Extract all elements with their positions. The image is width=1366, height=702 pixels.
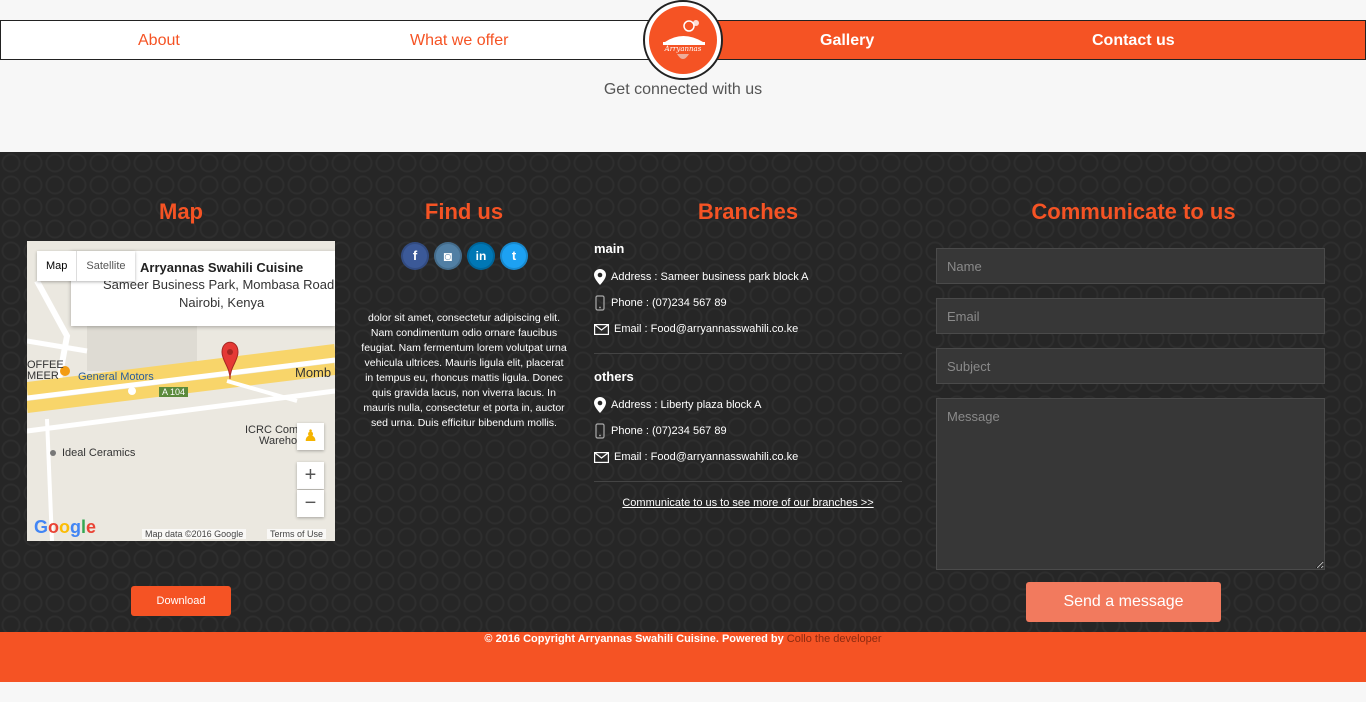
instagram-icon[interactable]: ◙ — [434, 242, 462, 270]
nav-what-we-offer-link[interactable]: What we offer — [410, 32, 508, 50]
twitter-icon[interactable]: t — [500, 242, 528, 270]
map-data-attribution: Map data ©2016 Google — [142, 529, 247, 539]
branch-divider — [594, 353, 902, 354]
nav-about-link[interactable]: About — [138, 32, 180, 50]
branch-main-email: Email : Food@arryannasswahili.co.ke — [594, 320, 798, 338]
map-place-name: Arryannas Swahili Cuisine — [140, 260, 304, 275]
copyright-bar: © 2016 Copyright Arryannas Swahili Cuisi… — [0, 632, 1366, 682]
email-input[interactable] — [936, 298, 1325, 334]
developer-link[interactable]: Collo the developer — [787, 633, 882, 645]
map-type-map-button[interactable]: Map — [37, 251, 76, 281]
location-pin-icon — [594, 269, 606, 285]
branch-others-address-text: Address : Liberty plaza block A — [611, 399, 762, 411]
branch-main-phone-text: Phone : (07)234 567 89 — [611, 297, 727, 309]
map-label-warehouse: Wareho — [259, 435, 298, 447]
branch-others-email: Email : Food@arryannasswahili.co.ke — [594, 448, 798, 466]
map-zoom-in-button[interactable]: + — [297, 462, 324, 489]
copyright-text: © 2016 Copyright Arryannas Swahili Cuisi… — [0, 633, 1366, 645]
phone-icon — [595, 423, 605, 439]
branch-others-phone-text: Phone : (07)234 567 89 — [611, 425, 727, 437]
map-terms-link[interactable]: Terms of Use — [267, 529, 327, 539]
map-type-satellite-button[interactable]: Satellite — [76, 251, 134, 281]
branch-main-address-text: Address : Sameer business park block A — [611, 271, 809, 283]
message-textarea[interactable] — [936, 398, 1325, 570]
name-input[interactable] — [936, 248, 1325, 284]
location-pin-icon — [594, 397, 606, 413]
street-view-pegman-icon[interactable]: ♟ — [297, 423, 324, 450]
map-label-a104: A 104 — [159, 387, 189, 397]
branches-heading: Branches — [697, 199, 799, 224]
logo-badge: Arryannas — [649, 6, 717, 74]
linkedin-icon[interactable]: in — [467, 242, 495, 270]
google-logo: Google — [34, 517, 97, 537]
branch-others-address: Address : Liberty plaza block A — [594, 396, 761, 414]
branch-others-title: others — [594, 369, 634, 384]
map-address-line1: Sameer Business Park, Mombasa Road — [103, 277, 335, 292]
map-type-control: Map Satellite — [37, 251, 135, 281]
nav-gallery-link[interactable]: Gallery — [820, 32, 874, 50]
branch-main-title: main — [594, 241, 625, 256]
download-button[interactable]: Download — [131, 586, 231, 616]
copyright-label: © 2016 Copyright Arryannas Swahili Cuisi… — [484, 633, 787, 645]
nav-contact-link[interactable]: Contact us — [1092, 32, 1175, 50]
map-address-line2: Nairobi, Kenya — [179, 295, 265, 310]
nav-bar-left: About What we offer — [0, 20, 686, 60]
branch-others-phone: Phone : (07)234 567 89 — [594, 422, 727, 440]
google-map[interactable]: OFFEE MEER General Motors A 104 Momb ICR… — [27, 241, 335, 541]
logo-dish-icon: Arryannas — [663, 20, 705, 59]
logo-text: Arryannas — [664, 45, 702, 53]
find-us-heading: Find us — [424, 199, 504, 224]
map-heading: Map — [159, 199, 203, 224]
branch-main-email-text: Email : Food@arryannasswahili.co.ke — [614, 323, 799, 335]
communicate-heading: Communicate to us — [1031, 199, 1236, 224]
facebook-icon[interactable]: f — [401, 242, 429, 270]
map-label-mombasa: Momb — [295, 365, 332, 380]
footer: Map Find us Branches Communicate to us O… — [0, 152, 1366, 632]
branch-main-phone: Phone : (07)234 567 89 — [594, 294, 727, 312]
map-zoom-out-button[interactable]: − — [297, 490, 324, 517]
send-message-button[interactable]: Send a message — [1026, 582, 1221, 622]
page-subtitle: Get connected with us — [603, 81, 763, 98]
phone-icon — [595, 295, 605, 311]
map-label-general-motors: General Motors — [78, 371, 154, 383]
map-label-ideal-ceramics: Ideal Ceramics — [62, 447, 136, 459]
envelope-icon — [594, 323, 609, 335]
social-links: f ◙ in t — [401, 242, 528, 270]
branch-divider — [594, 481, 902, 482]
envelope-icon — [594, 451, 609, 463]
more-branches-link[interactable]: Communicate to us to see more of our bra… — [594, 497, 902, 509]
map-label-meer: MEER — [27, 370, 59, 382]
find-us-description: dolor sit amet, consectetur adipiscing e… — [361, 312, 567, 429]
site-logo[interactable]: Arryannas — [643, 0, 723, 80]
branch-others-email-text: Email : Food@arryannasswahili.co.ke — [614, 451, 799, 463]
subject-input[interactable] — [936, 348, 1325, 384]
branch-main-address: Address : Sameer business park block A — [594, 268, 808, 286]
nav-bar-right: Gallery Contact us — [686, 20, 1366, 60]
